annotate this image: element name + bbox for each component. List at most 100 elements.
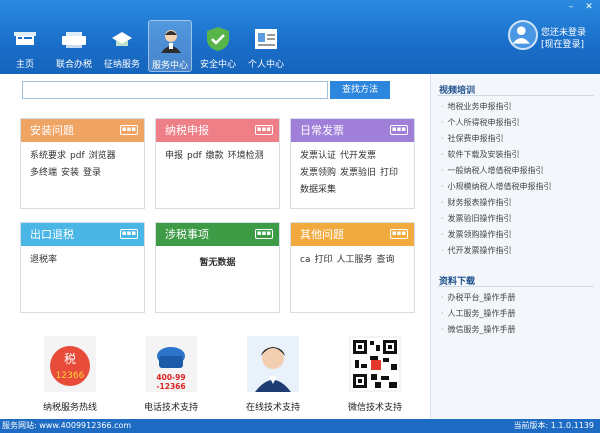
hotline-logo: 税 12366 bbox=[44, 336, 96, 392]
link[interactable]: 缴款 bbox=[206, 151, 224, 161]
search-button[interactable]: 查找方法 bbox=[330, 81, 390, 99]
home-icon bbox=[14, 32, 36, 45]
video-link[interactable]: 财务报表操作指引 bbox=[441, 197, 512, 208]
more-button[interactable]: ▪▪▪ bbox=[390, 229, 408, 239]
more-button[interactable]: ▪▪▪ bbox=[120, 125, 138, 135]
link[interactable]: 发票认证 bbox=[300, 151, 336, 161]
video-link[interactable]: 软件下载及安装指引 bbox=[441, 149, 520, 160]
card-header[interactable]: 安装问题 ▪▪▪ bbox=[21, 119, 144, 142]
video-link[interactable]: 个人所得税申报指引 bbox=[441, 117, 520, 128]
category-card-invoice: 日常发票 ▪▪▪ 发票认证 代开发票 发票领购 发票验旧 打印 数据采集 bbox=[290, 118, 415, 209]
link[interactable]: 系统要求 bbox=[30, 151, 66, 161]
shield-icon bbox=[207, 27, 229, 51]
nav-item-personal[interactable]: 个人中心 bbox=[244, 20, 288, 72]
video-link[interactable]: 地税业务申报指引 bbox=[441, 101, 512, 112]
link[interactable]: 数据采集 bbox=[300, 185, 336, 195]
category-card-other: 其他问题 ▪▪▪ ca 打印 人工服务 查询 bbox=[290, 222, 415, 313]
link[interactable]: 查询 bbox=[377, 255, 395, 265]
link[interactable]: 申报 bbox=[165, 151, 183, 161]
phone-icon: 400-99 -12366 bbox=[145, 336, 197, 392]
service-website[interactable]: 服务网站: www.4009912366.com bbox=[2, 419, 131, 433]
link[interactable]: 打印 bbox=[380, 168, 398, 178]
login-status-text: 您还未登录 bbox=[541, 28, 587, 38]
nav-label: 个人中心 bbox=[247, 60, 284, 70]
card-header[interactable]: 出口退税 ▪▪▪ bbox=[21, 223, 144, 246]
more-button[interactable]: ▪▪▪ bbox=[255, 229, 273, 239]
card-title: 纳税申报 bbox=[165, 124, 209, 137]
close-button[interactable]: ✕ bbox=[582, 2, 596, 12]
video-link[interactable]: 一般纳税人增值税申报指引 bbox=[441, 165, 544, 176]
card-links: 申报 pdf 缴款 环境检测 bbox=[156, 142, 279, 165]
link[interactable]: 发票验旧 bbox=[340, 168, 376, 178]
nav-item-security[interactable]: 安全中心 bbox=[196, 20, 240, 72]
card-title: 安装问题 bbox=[30, 124, 74, 137]
login-link[interactable]: [现在登录] bbox=[541, 39, 586, 51]
nav-item-joint-tax[interactable]: 联合办税 bbox=[52, 20, 96, 72]
svg-text:税: 税 bbox=[64, 352, 76, 366]
svg-text:400-99: 400-99 bbox=[156, 373, 185, 382]
video-link[interactable]: 社保费申报指引 bbox=[441, 133, 504, 144]
card-header[interactable]: 日常发票 ▪▪▪ bbox=[291, 119, 414, 142]
card-links: 发票认证 代开发票 发票领购 发票验旧 打印 数据采集 bbox=[291, 142, 414, 199]
link[interactable]: pdf bbox=[70, 151, 85, 161]
link[interactable]: pdf bbox=[187, 151, 202, 161]
category-card-tax-filing: 纳税申报 ▪▪▪ 申报 pdf 缴款 环境检测 bbox=[155, 118, 280, 209]
video-link[interactable]: 发票验旧操作指引 bbox=[441, 213, 512, 224]
link[interactable]: 人工服务 bbox=[336, 255, 372, 265]
video-link[interactable]: 代开发票操作指引 bbox=[441, 245, 512, 256]
card-header[interactable]: 涉税事项 ▪▪▪ bbox=[156, 223, 279, 246]
link[interactable]: 多终端 bbox=[30, 168, 57, 178]
category-card-export-refund: 出口退税 ▪▪▪ 退税率 bbox=[20, 222, 145, 313]
link[interactable]: 环境检测 bbox=[228, 151, 264, 161]
link[interactable]: 登录 bbox=[83, 168, 101, 178]
card-header[interactable]: 其他问题 ▪▪▪ bbox=[291, 223, 414, 246]
link[interactable]: 打印 bbox=[314, 255, 332, 265]
qr-code-icon bbox=[349, 336, 401, 392]
user-icon bbox=[512, 26, 530, 44]
support-label: 微信技术支持 bbox=[347, 403, 402, 413]
nav-label: 征纳服务 bbox=[103, 60, 140, 70]
link[interactable]: 发票领购 bbox=[300, 168, 336, 178]
video-link[interactable]: 发票领购操作指引 bbox=[441, 229, 512, 240]
svg-text:-12366: -12366 bbox=[156, 382, 185, 391]
nav-label: 服务中心 bbox=[151, 61, 188, 71]
link[interactable]: 代开发票 bbox=[340, 151, 376, 161]
minimize-button[interactable]: – bbox=[564, 2, 578, 12]
card-links: 系统要求 pdf 浏览器 多终端 安装 登录 bbox=[21, 142, 144, 182]
search-input[interactable] bbox=[22, 81, 328, 99]
nav-item-service-center[interactable]: 服务中心 bbox=[148, 20, 192, 72]
divider bbox=[437, 286, 594, 287]
more-button[interactable]: ▪▪▪ bbox=[255, 125, 273, 135]
link[interactable]: 退税率 bbox=[30, 255, 57, 265]
right-panel: 视频培训 地税业务申报指引 个人所得税申报指引 社保费申报指引 软件下载及安装指… bbox=[430, 74, 600, 419]
category-card-install: 安装问题 ▪▪▪ 系统要求 pdf 浏览器 多终端 安装 登录 bbox=[20, 118, 145, 209]
more-button[interactable]: ▪▪▪ bbox=[120, 229, 138, 239]
top-toolbar: – ✕ 主页 联合办税 征纳服务 服务中心 安全中心 个人中心 您还未登录 [现… bbox=[0, 0, 600, 74]
divider bbox=[437, 95, 594, 96]
profile-card-icon bbox=[255, 29, 277, 49]
card-title: 日常发票 bbox=[300, 124, 344, 137]
card-title: 涉税事项 bbox=[165, 228, 209, 241]
more-button[interactable]: ▪▪▪ bbox=[390, 125, 408, 135]
link[interactable]: 安装 bbox=[61, 168, 79, 178]
download-link[interactable]: 微信服务_操作手册 bbox=[441, 324, 516, 335]
link[interactable]: 浏览器 bbox=[89, 151, 116, 161]
empty-state: 暂无数据 bbox=[199, 258, 236, 268]
status-bar: 服务网站: www.4009912366.com 当前版本: 1.1.0.113… bbox=[0, 419, 600, 433]
nav-item-service[interactable]: 征纳服务 bbox=[100, 20, 144, 72]
card-header[interactable]: 纳税申报 ▪▪▪ bbox=[156, 119, 279, 142]
download-link[interactable]: 人工服务_操作手册 bbox=[441, 308, 516, 319]
card-title: 其他问题 bbox=[300, 228, 344, 241]
video-link[interactable]: 小规模纳税人增值税申报指引 bbox=[441, 181, 552, 192]
download-link[interactable]: 办税平台_操作手册 bbox=[441, 292, 516, 303]
category-card-tax-matters: 涉税事项 ▪▪▪ 暂无数据 bbox=[155, 222, 280, 313]
support-label: 纳税服务热线 bbox=[42, 403, 97, 413]
nav-item-home[interactable]: 主页 bbox=[3, 20, 47, 72]
card-links: 退税率 bbox=[21, 246, 144, 269]
support-label: 电话技术支持 bbox=[143, 403, 198, 413]
support-label: 在线技术支持 bbox=[245, 403, 300, 413]
link[interactable]: ca bbox=[300, 255, 310, 265]
arrow-icon bbox=[112, 32, 132, 46]
avatar[interactable] bbox=[508, 20, 538, 50]
printer-icon bbox=[62, 32, 86, 48]
